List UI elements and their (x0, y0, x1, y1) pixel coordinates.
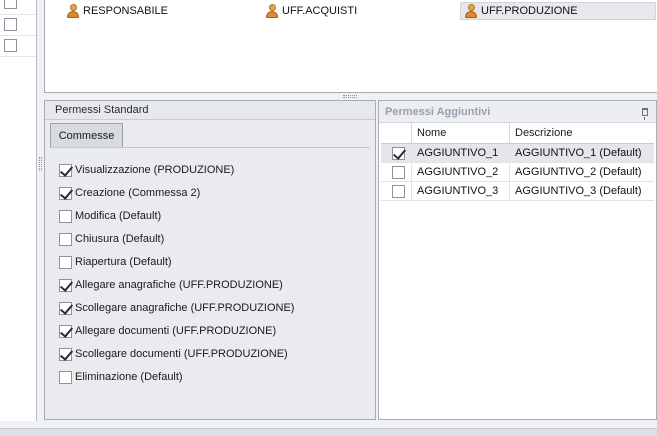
row-checkbox[interactable] (392, 166, 405, 179)
permission-item[interactable]: Creazione (Commessa 2) (59, 185, 200, 201)
users-list-panel: RESPONSABILE UFF.ACQUISTI UFF.PRODUZIONE (44, 0, 657, 93)
row-checkbox[interactable] (392, 147, 405, 160)
table-row[interactable]: AGGIUNTIVO_1 AGGIUNTIVO_1 (Default) (381, 144, 654, 163)
permission-label: Creazione (Commessa 2) (75, 187, 201, 199)
permission-checkbox[interactable] (59, 347, 72, 361)
additional-permissions-panel: Permessi Aggiuntivi Nome Descrizione AGG… (378, 100, 657, 420)
left-list-row[interactable] (0, 0, 36, 15)
tab-commesse[interactable]: Commesse (50, 123, 123, 148)
grid-cell-nome[interactable]: AGGIUNTIVO_2 (412, 163, 510, 182)
grid-header-check[interactable] (381, 123, 412, 144)
permission-label: Scollegare documenti (UFF.PRODUZIONE) (75, 348, 288, 360)
user-icon (265, 4, 279, 18)
permission-checkbox[interactable] (59, 301, 72, 315)
grid-cell-check[interactable] (381, 182, 412, 201)
permission-label: Eliminazione (Default) (75, 371, 183, 383)
permission-item[interactable]: Chiusura (Default) (59, 231, 164, 247)
permission-checkbox[interactable] (59, 186, 72, 200)
horizontal-splitter-grip[interactable] (343, 95, 357, 98)
grid-cell-check[interactable] (381, 163, 412, 182)
additional-permissions-grid: Nome Descrizione AGGIUNTIVO_1 AGGIUNTIVO_… (381, 123, 654, 417)
left-row-checkbox[interactable] (4, 0, 17, 9)
row-checkbox[interactable] (392, 185, 405, 198)
grid-cell-nome[interactable]: AGGIUNTIVO_1 (412, 144, 510, 163)
user-item-uff-acquisti[interactable]: UFF.ACQUISTI (262, 2, 360, 20)
permission-checkbox[interactable] (59, 163, 72, 177)
permission-item[interactable]: Scollegare anagrafiche (UFF.PRODUZIONE) (59, 300, 294, 316)
left-list-strip (0, 0, 37, 421)
left-row-checkbox[interactable] (4, 18, 17, 31)
table-row[interactable]: AGGIUNTIVO_3 AGGIUNTIVO_3 (Default) (381, 182, 654, 201)
pin-icon[interactable] (642, 108, 648, 120)
grid-header-nome[interactable]: Nome (412, 123, 510, 144)
user-icon (66, 4, 80, 18)
permission-label: Scollegare anagrafiche (UFF.PRODUZIONE) (75, 302, 295, 314)
grid-cell-nome[interactable]: AGGIUNTIVO_3 (412, 182, 510, 201)
permission-checkbox[interactable] (59, 209, 72, 223)
permission-label: Modifica (Default) (75, 210, 162, 222)
grid-cell-descrizione[interactable]: AGGIUNTIVO_2 (Default) (510, 163, 654, 182)
tab-divider (50, 147, 370, 148)
permission-item[interactable]: Scollegare documenti (UFF.PRODUZIONE) (59, 346, 288, 362)
standard-permissions-panel: Permessi Standard Commesse Visualizzazio… (44, 100, 376, 420)
vertical-splitter-grip[interactable] (39, 157, 42, 171)
permission-checkbox[interactable] (59, 232, 72, 246)
permission-item[interactable]: Eliminazione (Default) (59, 369, 183, 385)
permission-label: Allegare anagrafiche (UFF.PRODUZIONE) (75, 279, 283, 291)
grid-cell-descrizione[interactable]: AGGIUNTIVO_1 (Default) (510, 144, 654, 163)
user-item-responsabile[interactable]: RESPONSABILE (63, 2, 171, 20)
user-icon (464, 4, 478, 18)
standard-permissions-title: Permessi Standard (45, 101, 375, 120)
permission-item[interactable]: Riapertura (Default) (59, 254, 172, 270)
table-row[interactable]: AGGIUNTIVO_2 AGGIUNTIVO_2 (Default) (381, 163, 654, 182)
additional-permissions-title: Permessi Aggiuntivi (379, 101, 656, 123)
permission-checkbox[interactable] (59, 278, 72, 292)
permission-checkbox[interactable] (59, 370, 72, 384)
grid-cell-descrizione[interactable]: AGGIUNTIVO_3 (Default) (510, 182, 654, 201)
user-item-uff-produzione[interactable]: UFF.PRODUZIONE (460, 2, 656, 20)
permission-checkbox[interactable] (59, 255, 72, 269)
permission-label: Chiusura (Default) (75, 233, 165, 245)
permission-label: Visualizzazione (PRODUZIONE) (75, 164, 235, 176)
user-label: RESPONSABILE (83, 5, 168, 17)
permission-item[interactable]: Allegare documenti (UFF.PRODUZIONE) (59, 323, 276, 339)
user-label: UFF.PRODUZIONE (481, 5, 578, 17)
left-list-row[interactable] (0, 15, 36, 36)
left-row-checkbox[interactable] (4, 39, 17, 52)
user-label: UFF.ACQUISTI (282, 5, 358, 17)
permission-item[interactable]: Modifica (Default) (59, 208, 161, 224)
permission-label: Allegare documenti (UFF.PRODUZIONE) (75, 325, 277, 337)
permission-item[interactable]: Visualizzazione (PRODUZIONE) (59, 162, 234, 178)
grid-header-descrizione[interactable]: Descrizione (510, 123, 654, 144)
status-bar (0, 428, 657, 436)
permission-checkbox[interactable] (59, 324, 72, 338)
left-list-row[interactable] (0, 36, 36, 57)
grid-cell-check[interactable] (381, 144, 412, 163)
additional-permissions-title-text: Permessi Aggiuntivi (385, 106, 491, 118)
permission-label: Riapertura (Default) (75, 256, 172, 268)
permission-item[interactable]: Allegare anagrafiche (UFF.PRODUZIONE) (59, 277, 283, 293)
